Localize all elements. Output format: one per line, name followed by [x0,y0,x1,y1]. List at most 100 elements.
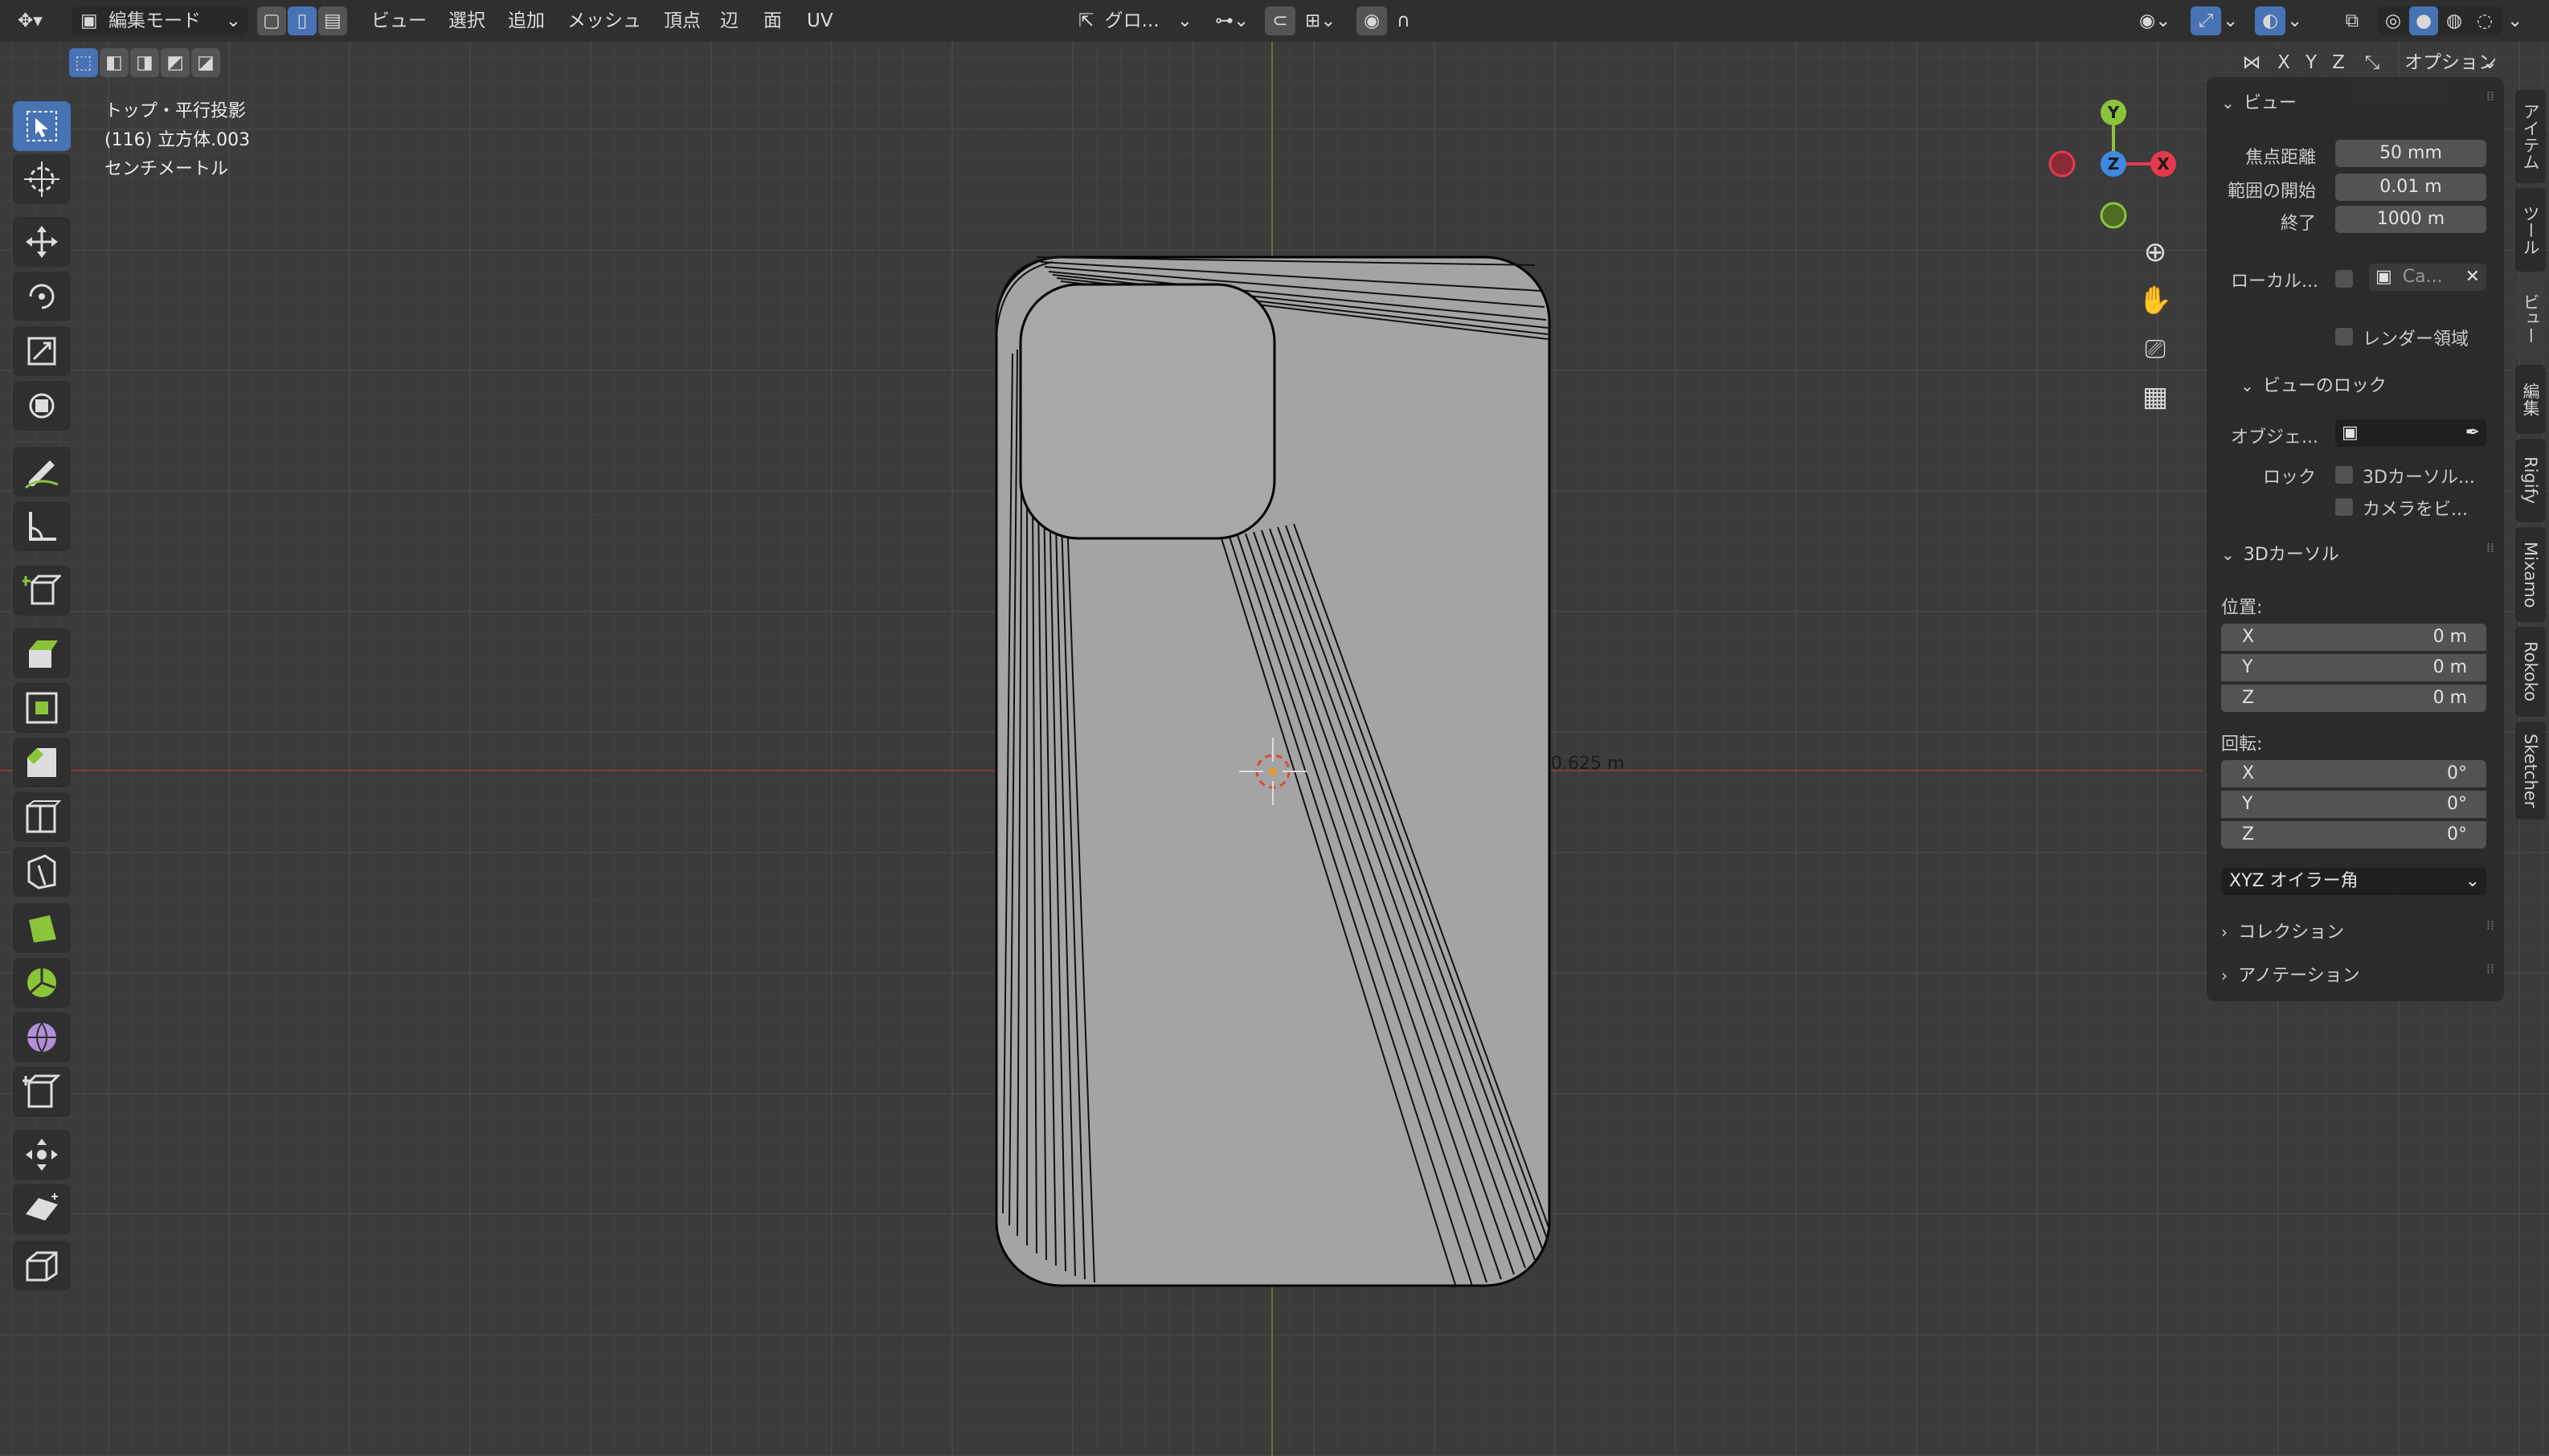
shear-tool[interactable] [13,1184,71,1234]
annotate-tool[interactable] [13,447,71,497]
shading-dropdown[interactable]: ⌄ [2507,6,2531,35]
rotate-tool[interactable] [13,272,71,321]
navigation-gizmo[interactable]: Y X Z [2041,96,2186,241]
drag-handle-icon[interactable]: ⁞⁞ [2486,918,2494,933]
tab-rigify[interactable]: Rigify [2515,439,2546,522]
measure-tool[interactable] [13,501,71,551]
mirror-y-button[interactable]: Y [2298,48,2324,77]
smooth-tool[interactable] [13,1012,71,1062]
clear-icon[interactable]: ✕ [2465,264,2480,291]
add-cube-tool[interactable] [13,566,71,616]
knife-tool[interactable] [13,847,71,897]
rip-region-tool[interactable] [13,1241,71,1290]
overlay-dropdown[interactable]: ⌄ [2287,6,2306,35]
pivot-point-dropdown[interactable]: ⊶⌄ [1210,6,1255,35]
focal-length-field[interactable]: 50 mm [2335,140,2486,167]
mirror-x-button[interactable]: X [2271,48,2297,77]
zoom-button[interactable]: ⊕ [2133,230,2178,275]
face-select-button[interactable]: ▤ [318,6,347,35]
edge-slide-tool[interactable] [13,1067,71,1117]
gizmo-toggle[interactable]: ⤢ [2191,6,2221,35]
bevel-tool[interactable] [13,738,71,787]
lock-camera-checkbox[interactable] [2335,498,2353,516]
cursor-location-x-field[interactable]: X 0 m [2221,624,2486,651]
rendered-shading-button[interactable]: ◌ [2470,6,2499,35]
inset-tool[interactable] [13,683,71,733]
tab-edit[interactable]: 編集 [2515,365,2546,434]
editor-type-button[interactable]: ✥▾ [8,6,63,35]
edge-select-button[interactable]: ▯ [288,6,317,35]
collection-section-header[interactable]: › コレクション ⁞⁞ [2221,918,2494,945]
drag-handle-icon[interactable]: ⁞⁞ [2486,88,2494,104]
options-dropdown[interactable]: オプション ⌄ [2398,48,2502,77]
material-shading-button[interactable]: ◍ [2440,6,2469,35]
clip-end-field[interactable]: 1000 m [2335,206,2486,233]
poly-build-tool[interactable] [13,903,71,953]
tab-sketcher[interactable]: Sketcher [2515,722,2546,820]
select-intersect-button[interactable]: ◪ [191,48,220,77]
camera-view-button[interactable]: ⎚ [2133,326,2178,371]
select-box-tool[interactable] [13,101,71,151]
cursor-rotation-z-field[interactable]: Z 0° [2221,821,2486,849]
select-invert-button[interactable]: ◩ [161,48,190,77]
drag-handle-icon[interactable]: ⁞⁞ [2486,540,2494,555]
snap-target-dropdown[interactable]: ⊞⌄ [1300,6,1345,35]
local-camera-checkbox[interactable] [2335,270,2353,288]
proportional-edit-toggle[interactable]: ◉ [1356,6,1387,35]
extrude-tool[interactable] [13,628,71,678]
auto-merge-button[interactable]: ⤡ [2358,48,2387,77]
shrink-fatten-tool[interactable] [13,1130,71,1180]
gizmo-dropdown[interactable]: ⌄ [2223,6,2242,35]
solid-shading-button[interactable]: ● [2409,6,2438,35]
annotation-section-header[interactable]: › アノテーション ⁞⁞ [2221,961,2494,988]
tab-mixamo[interactable]: Mixamo [2515,527,2546,622]
select-new-button[interactable]: ⬚ [69,48,98,77]
eyedropper-icon[interactable]: ✒ [2465,419,2480,447]
view-lock-header[interactable]: ⌄ ビューのロック [2240,371,2481,399]
menu-uv[interactable]: UV [807,6,833,35]
xray-toggle[interactable]: ⧉ [2337,6,2367,35]
pan-button[interactable]: ✋ [2133,278,2178,323]
cursor-location-y-field[interactable]: Y 0 m [2221,654,2486,681]
render-region-checkbox[interactable] [2335,328,2353,346]
vertex-select-button[interactable]: ▢ [257,6,286,35]
view-section-header[interactable]: ⌄ ビュー ⁞⁞ [2221,88,2494,116]
rotation-mode-dropdown[interactable]: XYZ オイラー角 ⌄ [2221,868,2486,895]
tab-tool[interactable]: ツール [2515,188,2546,272]
lock-object-field[interactable]: ▣ ✒ [2335,419,2486,447]
falloff-dropdown[interactable]: ∩ [1392,6,1435,35]
3d-cursor[interactable] [1239,738,1307,805]
perspective-toggle-button[interactable]: ▦ [2133,374,2178,419]
menu-add[interactable]: 追加 [508,6,545,35]
wireframe-shading-button[interactable]: ◎ [2379,6,2408,35]
mode-dropdown[interactable]: ▣ 編集モード ⌄ [72,6,248,35]
snap-toggle[interactable]: ⊂ [1265,6,1295,35]
menu-mesh[interactable]: メッシュ [567,6,641,35]
local-camera-field[interactable]: ▣ Ca... ✕ [2369,264,2486,291]
menu-vertex[interactable]: 頂点 [664,6,701,35]
loop-cut-tool[interactable] [13,792,71,842]
overlay-toggle[interactable]: ◐ [2255,6,2285,35]
mirror-icon-button[interactable]: ⋈ [2237,48,2266,77]
cursor-rotation-x-field[interactable]: X 0° [2221,760,2486,787]
menu-view[interactable]: ビュー [371,6,427,35]
visibility-dropdown[interactable]: ◉⌄ [2136,6,2179,35]
spin-tool[interactable] [13,958,71,1008]
cursor-section-header[interactable]: ⌄ 3Dカーソル ⁞⁞ [2221,540,2494,567]
scale-tool[interactable] [13,326,71,376]
transform-tool[interactable] [13,381,71,431]
mirror-z-button[interactable]: Z [2326,48,2351,77]
cursor-tool[interactable] [13,154,71,204]
transform-orientation-dropdown[interactable]: ⇱ グロ... ⌄ [1074,6,1197,35]
lock-cursor-checkbox[interactable] [2335,466,2353,484]
menu-select[interactable]: 選択 [448,6,485,35]
tab-rokoko[interactable]: Rokoko [2515,627,2546,717]
tab-view[interactable]: ビュー [2515,276,2546,360]
menu-face[interactable]: 面 [763,6,782,35]
cursor-rotation-y-field[interactable]: Y 0° [2221,791,2486,818]
tab-item[interactable]: アイテム [2515,90,2546,183]
move-tool[interactable] [13,217,71,267]
select-subtract-button[interactable]: ◨ [130,48,159,77]
drag-handle-icon[interactable]: ⁞⁞ [2486,961,2494,976]
menu-edge[interactable]: 辺 [720,6,739,35]
